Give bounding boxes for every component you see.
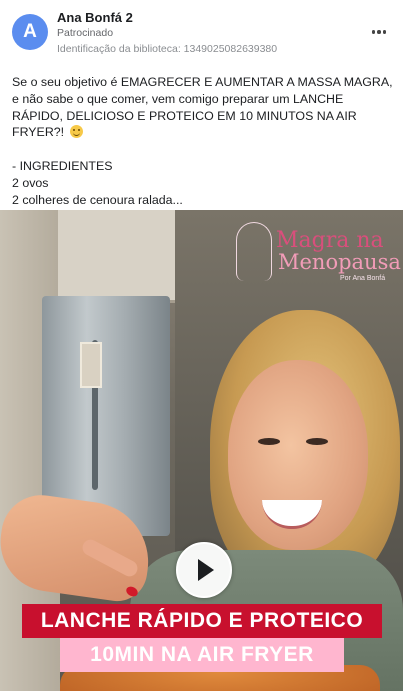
page-avatar[interactable]: A bbox=[12, 14, 48, 50]
library-id: Identificação da biblioteca: 13490250826… bbox=[57, 43, 278, 55]
more-dots-icon bbox=[371, 30, 376, 34]
ingredients-heading: - INGREDIENTES bbox=[12, 158, 113, 173]
smiling-face-emoji-icon bbox=[69, 125, 83, 139]
post-paragraph: Se o seu objetivo é EMAGRECER E AUMENTAR… bbox=[12, 75, 393, 140]
woman-silhouette-icon bbox=[236, 222, 272, 281]
page-name-link[interactable]: Ana Bonfá 2 bbox=[57, 10, 133, 25]
ingredient-item: 2 ovos bbox=[12, 175, 49, 190]
video-caption-bottom: 10MIN NA AIR FRYER bbox=[60, 638, 344, 672]
video-caption-top: LANCHE RÁPIDO E PROTEICO bbox=[22, 604, 382, 638]
sponsored-label: Patrocinado bbox=[57, 27, 114, 39]
ingredient-item: 2 colheres de cenoura ralada... bbox=[12, 192, 183, 207]
ad-header: A Ana Bonfá 2 Patrocinado Identificação … bbox=[0, 0, 403, 64]
play-icon[interactable] bbox=[176, 542, 232, 598]
more-options-button[interactable] bbox=[367, 20, 391, 44]
post-text: Se o seu objetivo é EMAGRECER E AUMENTAR… bbox=[12, 74, 396, 208]
brand-logo: Magra na Menopausa Por Ana Bonfá bbox=[232, 220, 401, 286]
video-scene-cabinet bbox=[58, 210, 178, 303]
brand-logo-line3: Por Ana Bonfá bbox=[340, 275, 386, 282]
brand-logo-line2: Menopausa bbox=[278, 250, 401, 274]
